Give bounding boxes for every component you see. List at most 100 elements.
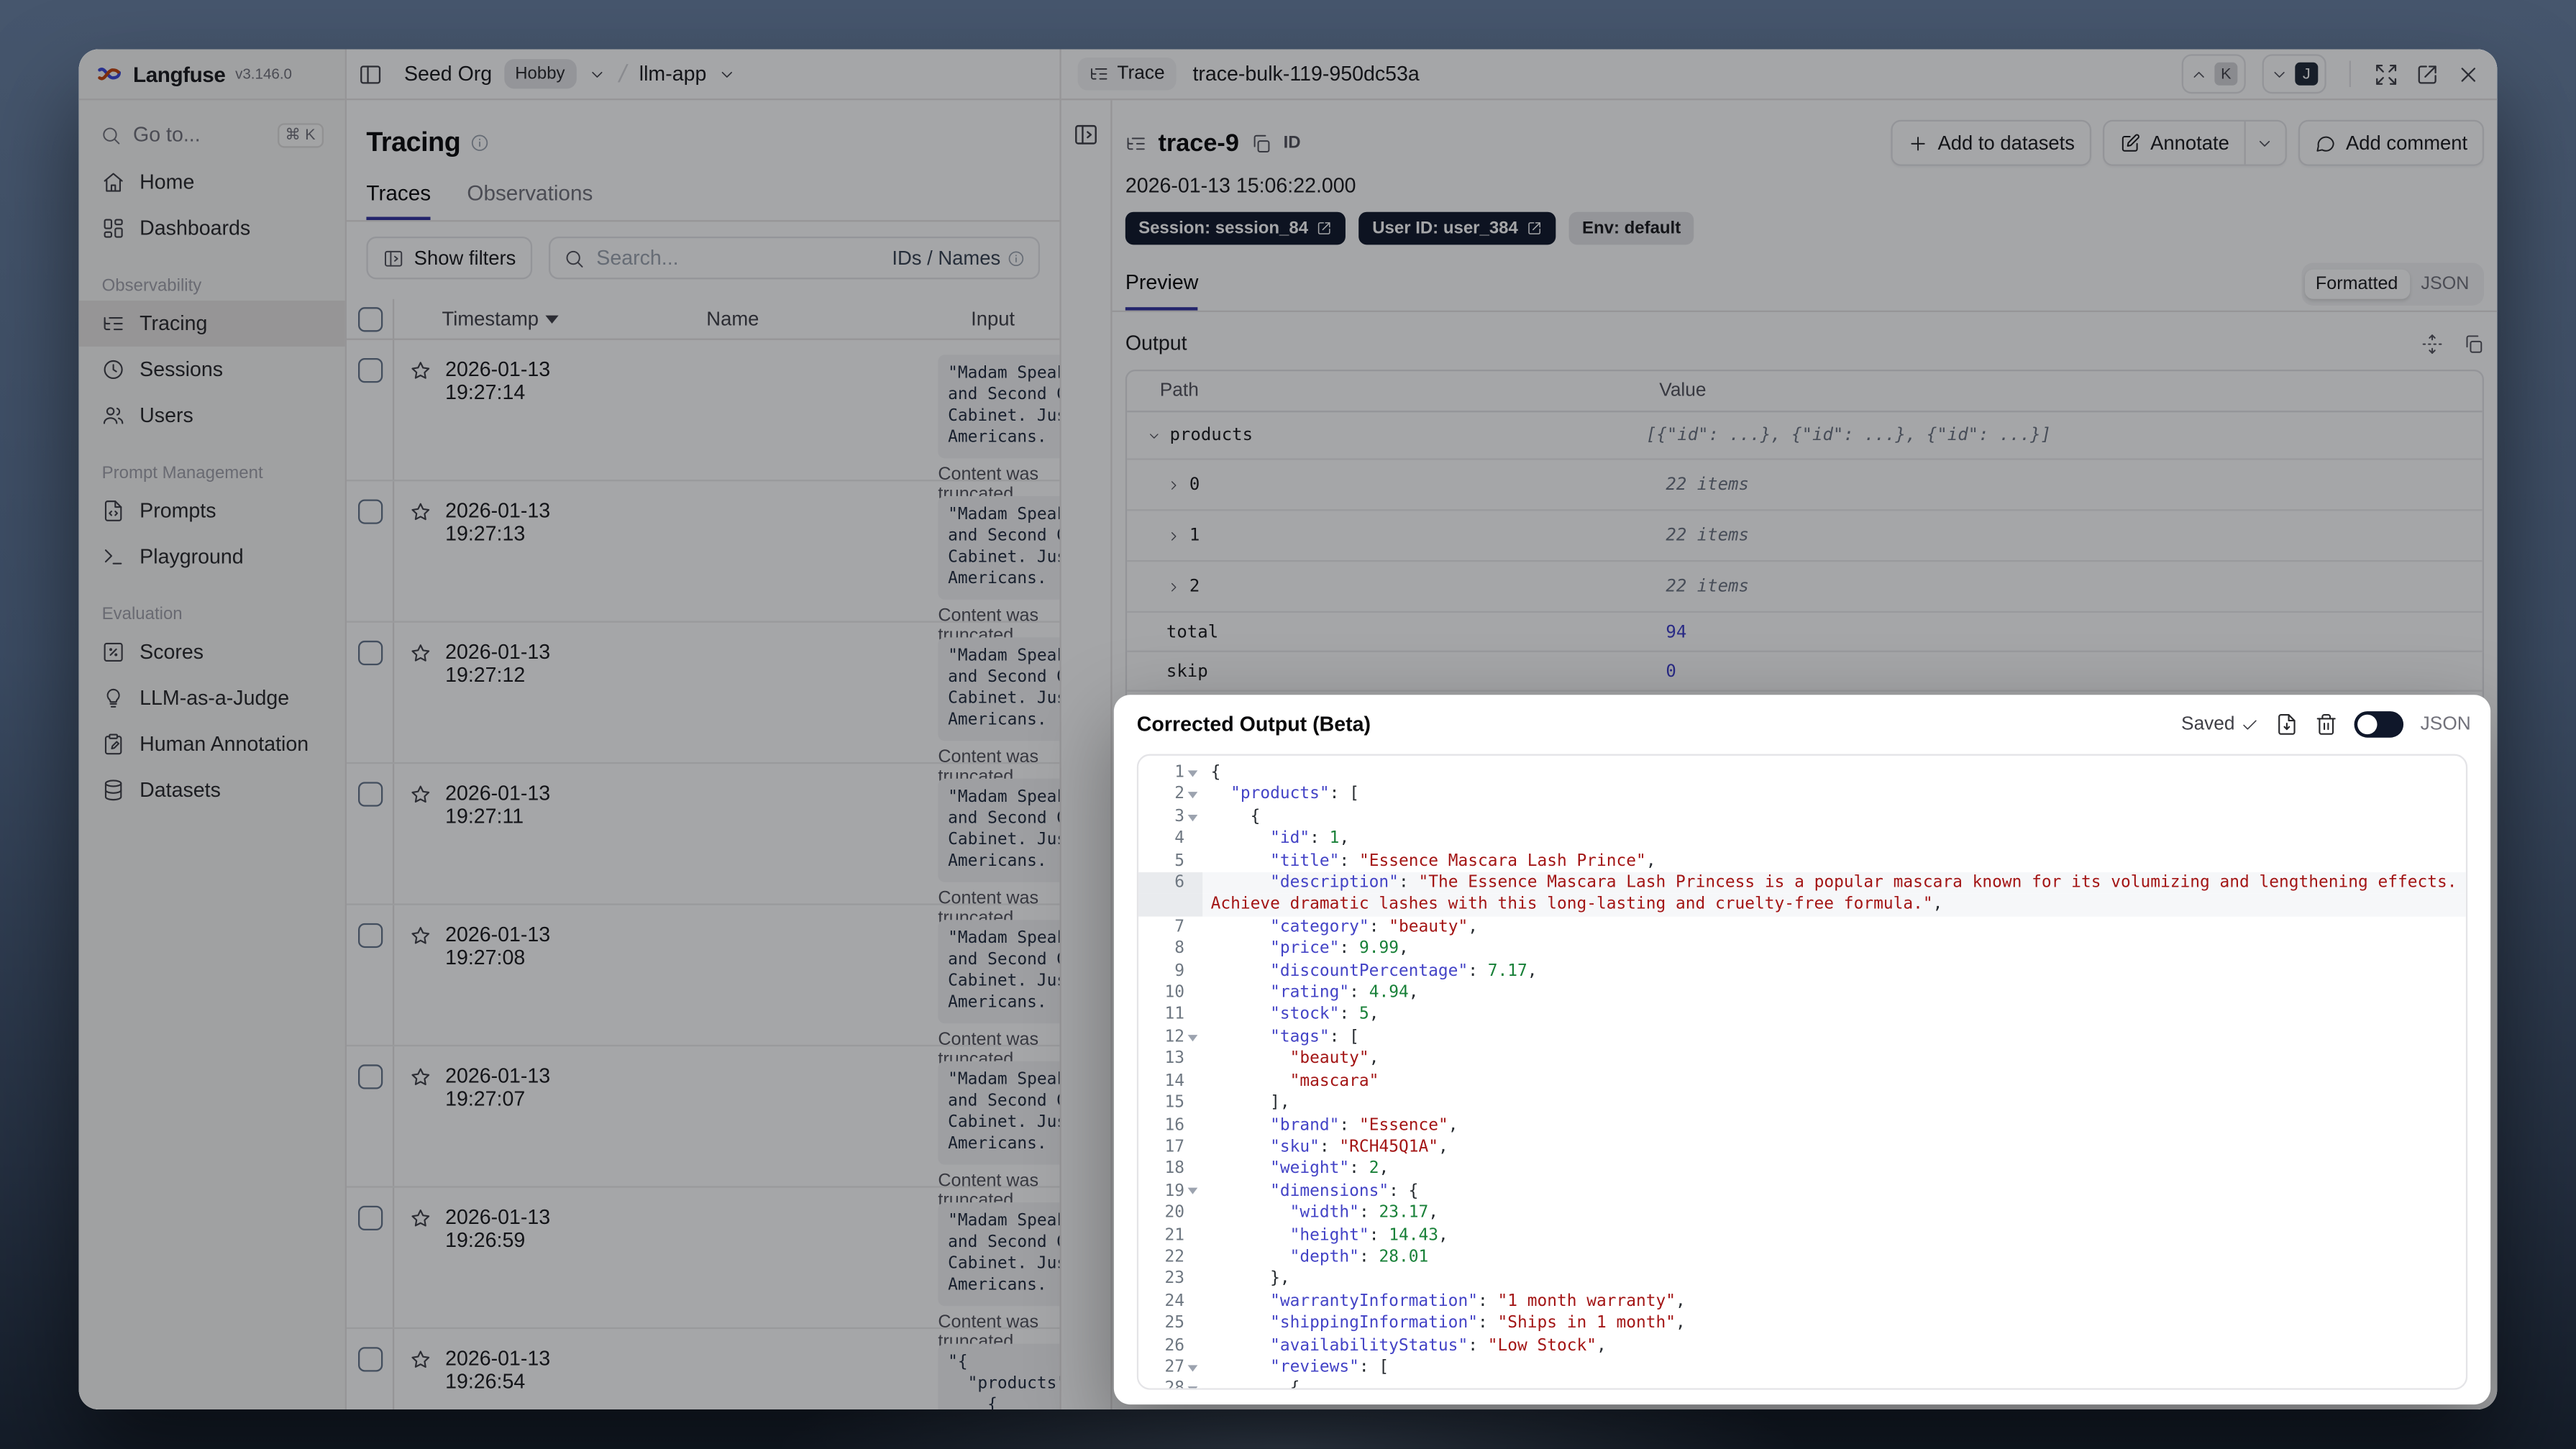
- line-number: 15: [1164, 1094, 1185, 1112]
- line-gutter: 3: [1138, 806, 1203, 828]
- code-text: "reviews": [: [1202, 1357, 1389, 1379]
- token-p: [1211, 1072, 1290, 1090]
- fold-icon[interactable]: [1187, 813, 1198, 821]
- line-number: 4: [1174, 830, 1185, 849]
- line-number: 22: [1164, 1248, 1185, 1267]
- line-gutter: 26: [1138, 1335, 1203, 1357]
- line-gutter: 5: [1138, 850, 1203, 873]
- token-s: "RCH45Q1A": [1339, 1138, 1438, 1157]
- code-line: 25 "shippingInformation": "Ships in 1 mo…: [1138, 1312, 2466, 1335]
- export-icon[interactable]: [2276, 713, 2299, 736]
- token-k: "weight": [1270, 1160, 1350, 1179]
- code-line: 22 "depth": 28.01: [1138, 1246, 2466, 1269]
- trash-icon[interactable]: [2315, 713, 2338, 736]
- token-n: 4.94: [1369, 984, 1409, 1002]
- code-text: "sku": "RCH45Q1A",: [1202, 1137, 1448, 1159]
- code-line: 1{: [1138, 762, 2466, 785]
- token-p: ,: [1408, 984, 1419, 1002]
- code-text: "depth": 28.01: [1202, 1247, 1429, 1269]
- token-n: 5: [1358, 1006, 1369, 1025]
- token-p: ],: [1210, 1094, 1290, 1112]
- token-s: "beauty": [1289, 1050, 1369, 1069]
- token-p: [1211, 874, 1271, 892]
- code-line: 10 "rating": 4.94,: [1138, 982, 2466, 1005]
- dialog-header: Corrected Output (Beta) Saved JSON: [1114, 695, 2490, 751]
- code-text: "warrantyInformation": "1 month warranty…: [1202, 1291, 1686, 1313]
- token-p: :: [1339, 940, 1359, 959]
- dialog-title: Corrected Output (Beta): [1136, 713, 1371, 736]
- line-number: 10: [1164, 984, 1185, 1002]
- code-line: 19 "dimensions": {: [1138, 1180, 2466, 1203]
- code-line: 5 "title": "Essence Mascara Lash Prince"…: [1138, 850, 2466, 873]
- code-line: 20 "width": 23.17,: [1138, 1202, 2466, 1225]
- token-k: "tags": [1270, 1028, 1330, 1046]
- token-p: :: [1468, 1336, 1488, 1355]
- token-p: ,: [1379, 1160, 1389, 1179]
- token-p: [1211, 962, 1271, 980]
- token-k: "title": [1270, 851, 1340, 870]
- line-number: 27: [1164, 1358, 1185, 1377]
- token-p: : [: [1329, 785, 1359, 804]
- line-number: 8: [1174, 940, 1185, 959]
- code-text: "brand": "Essence",: [1202, 1115, 1458, 1137]
- fold-icon[interactable]: [1187, 1386, 1198, 1389]
- code-line: 8 "price": 9.99,: [1138, 938, 2466, 961]
- token-k: "rating": [1270, 984, 1350, 1002]
- desktop-backdrop: Langfuse v3.146.0 Go to... ⌘ K Home Dashb…: [0, 0, 2576, 1449]
- line-gutter: 9: [1138, 960, 1203, 983]
- code-editor[interactable]: 1{2 "products": [3 {4 "id": 1, 5 "title":…: [1136, 754, 2468, 1390]
- token-p: ,: [1438, 1138, 1448, 1157]
- code-text: "beauty",: [1202, 1048, 1379, 1071]
- line-number: 9: [1174, 961, 1185, 981]
- line-gutter: 11: [1138, 1004, 1203, 1027]
- token-p: ,: [1527, 961, 1538, 981]
- token-n: 1: [1329, 830, 1340, 849]
- token-p: ,: [1448, 1116, 1458, 1135]
- line-gutter: 8: [1138, 938, 1203, 961]
- token-k: "width": [1289, 1204, 1359, 1222]
- code-line: 23 },: [1138, 1269, 2466, 1291]
- code-text: "weight": 2,: [1202, 1158, 1389, 1181]
- code-line: 2 "products": [: [1138, 784, 2466, 807]
- token-s: "mascara": [1289, 1071, 1379, 1091]
- token-p: :: [1349, 984, 1369, 1002]
- token-p: [1211, 1028, 1271, 1046]
- code-text: "id": 1,: [1202, 828, 1349, 851]
- code-line: 18 "weight": 2,: [1138, 1158, 2466, 1181]
- token-p: {: [1210, 808, 1261, 826]
- token-k: "warrantyInformation": [1270, 1292, 1478, 1311]
- token-p: : {: [1389, 1182, 1419, 1201]
- code-text: {: [1202, 762, 1221, 785]
- code-line: 6 "description": "The Essence Mascara La…: [1138, 872, 2466, 895]
- line-gutter: 16: [1138, 1114, 1203, 1137]
- line-gutter: 28: [1138, 1379, 1203, 1389]
- line-gutter: 2: [1138, 784, 1203, 807]
- token-p: ,: [1645, 851, 1656, 870]
- token-s: "beauty": [1389, 918, 1469, 936]
- fold-icon[interactable]: [1187, 1364, 1198, 1371]
- fold-icon[interactable]: [1187, 1188, 1198, 1195]
- line-number: 12: [1164, 1028, 1185, 1046]
- token-k: "category": [1270, 918, 1369, 936]
- token-n: 9.99: [1358, 940, 1399, 959]
- token-p: [1211, 1138, 1271, 1156]
- token-p: ,: [1932, 895, 1943, 915]
- fold-icon[interactable]: [1187, 792, 1198, 799]
- line-number: 11: [1164, 1006, 1185, 1025]
- check-icon: [2242, 716, 2260, 733]
- line-number: 23: [1164, 1270, 1185, 1289]
- token-p: :: [1468, 961, 1488, 981]
- code-text: "stock": 5,: [1202, 1005, 1379, 1027]
- code-line: 24 "warrantyInformation": "1 month warra…: [1138, 1290, 2466, 1313]
- code-text: "tags": [: [1202, 1026, 1359, 1048]
- token-k: "height": [1289, 1226, 1369, 1245]
- fold-icon[interactable]: [1187, 769, 1198, 777]
- token-p: [1211, 786, 1231, 804]
- line-gutter: 18: [1138, 1158, 1203, 1181]
- code-text: "category": "beauty",: [1202, 916, 1478, 938]
- line-number: 26: [1164, 1336, 1185, 1355]
- fold-icon[interactable]: [1187, 1034, 1198, 1041]
- token-p: :: [1319, 1138, 1340, 1157]
- json-toggle[interactable]: [2355, 711, 2404, 738]
- code-text: "shippingInformation": "Ships in 1 month…: [1202, 1313, 1686, 1335]
